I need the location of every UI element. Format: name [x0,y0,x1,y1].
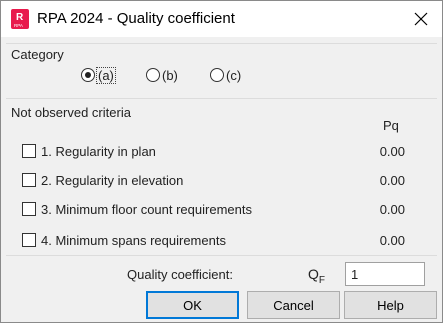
close-icon [414,12,428,26]
criterion-checkbox-4[interactable] [22,233,36,247]
category-label: Category [11,47,64,62]
radio-indicator [146,68,160,82]
pq-column-header: Pq [383,118,399,133]
quality-symbol: QF [308,266,325,286]
quality-symbol-sub: F [318,274,325,286]
window-title: RPA 2024 - Quality coefficient [37,10,235,27]
radio-category-b[interactable]: (b) [146,66,178,84]
help-button[interactable]: Help [344,291,437,319]
close-button[interactable] [403,5,439,33]
criterion-label-1: 1. Regularity in plan [41,143,156,159]
criterion-checkbox-2[interactable] [22,173,36,187]
criterion-row-4: 4. Minimum spans requirements 0.00 [22,231,412,249]
criterion-label-2: 2. Regularity in elevation [41,172,184,188]
quality-coefficient-field[interactable] [345,262,425,286]
radio-category-c[interactable]: (c) [210,66,241,84]
svg-text:R: R [16,12,24,23]
criterion-checkbox-3[interactable] [22,202,36,216]
quality-symbol-main: Q [308,266,319,282]
radio-label-c: (c) [226,67,242,83]
radio-category-a[interactable]: (a) [81,66,116,84]
criterion-value-1: 0.00 [379,143,405,159]
criteria-label: Not observed criteria [11,105,131,120]
cancel-button[interactable]: Cancel [247,291,340,319]
radio-indicator [210,68,224,82]
svg-text:RPA: RPA [14,23,23,28]
criterion-value-3: 0.00 [379,201,405,217]
radio-label-b: (b) [162,67,178,83]
criterion-label-4: 4. Minimum spans requirements [41,232,226,248]
quality-coefficient-label: Quality coefficient: [127,267,233,282]
title-bar[interactable]: R RPA RPA 2024 - Quality coefficient [1,1,442,37]
criterion-row-2: 2. Regularity in elevation 0.00 [22,171,412,189]
criterion-row-3: 3. Minimum floor count requirements 0.00 [22,200,412,218]
criterion-row-1: 1. Regularity in plan 0.00 [22,142,412,160]
criterion-value-4: 0.00 [379,232,405,248]
ok-button[interactable]: OK [146,291,239,319]
criterion-label-3: 3. Minimum floor count requirements [41,201,252,217]
dialog-window: R RPA RPA 2024 - Quality coefficient Cat… [0,0,443,323]
radio-label-a: (a) [96,66,116,84]
radio-indicator [81,68,95,82]
rpa-app-icon: R RPA [11,9,29,29]
criterion-checkbox-1[interactable] [22,144,36,158]
criterion-value-2: 0.00 [379,172,405,188]
